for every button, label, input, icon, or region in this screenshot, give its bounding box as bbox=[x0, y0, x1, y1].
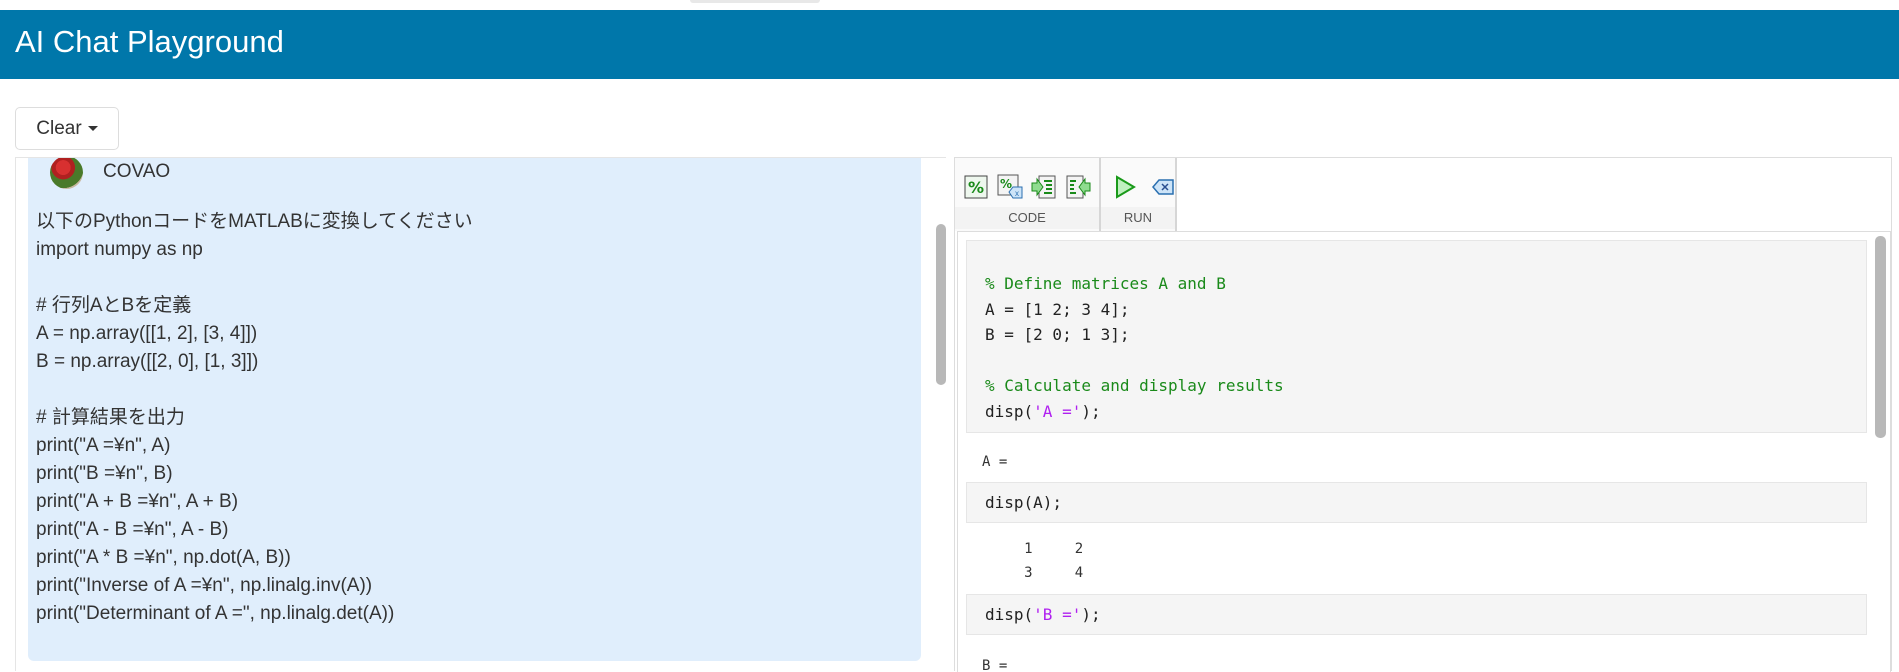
user-message-bubble: COVAO 以下のPythonコードをMATLABに変換してください import… bbox=[28, 158, 921, 661]
code-line: A = [1 2; 3 4]; bbox=[985, 299, 1130, 319]
svg-text:%: % bbox=[1000, 177, 1012, 191]
chat-scrollbar[interactable] bbox=[936, 224, 946, 385]
message-line: import numpy as np bbox=[36, 239, 203, 260]
user-avatar bbox=[50, 158, 83, 189]
output-row: 1 2 bbox=[982, 541, 1084, 557]
code-string: 'A =' bbox=[1033, 401, 1082, 421]
editor-scrollbar[interactable] bbox=[1875, 236, 1886, 438]
message-text: 以下のPythonコードをMATLABに変換してください import numpy… bbox=[36, 208, 473, 628]
message-line: print("B =¥n", B) bbox=[36, 463, 173, 484]
code-string: 'B =' bbox=[1033, 605, 1082, 624]
code-text: ); bbox=[1081, 401, 1101, 421]
code-block[interactable]: % Define matrices A and B A = [1 2; 3 4]… bbox=[966, 240, 1867, 433]
live-editor-panel: % % x CODE RUN % Define matrices A and B … bbox=[954, 157, 1892, 672]
ribbon-toolbar: % % x CODE RUN bbox=[955, 158, 1891, 231]
clear-dropdown-button[interactable]: Clear bbox=[15, 107, 119, 150]
output-text: B = bbox=[982, 658, 1008, 672]
indent-icon[interactable] bbox=[1031, 174, 1057, 200]
message-line: print("A * B =¥n", np.dot(A, B)) bbox=[36, 547, 291, 568]
run-icon[interactable] bbox=[1113, 174, 1137, 200]
clear-output-icon[interactable] bbox=[1151, 174, 1175, 200]
message-line: B = np.array([[2, 0], [1, 3]]) bbox=[36, 351, 259, 372]
user-name: COVAO bbox=[103, 161, 171, 182]
code-section: % % x CODE bbox=[955, 158, 1101, 231]
svg-text:%: % bbox=[968, 178, 984, 197]
uncomment-icon[interactable]: % x bbox=[997, 174, 1023, 200]
code-line: B = [2 0; 1 3]; bbox=[985, 325, 1130, 344]
tab-stub bbox=[690, 0, 820, 3]
caret-down-icon bbox=[87, 126, 98, 131]
message-line: A = np.array([[1, 2], [3, 4]]) bbox=[36, 323, 258, 344]
message-line: print("Determinant of A =", np.linalg.de… bbox=[36, 603, 395, 624]
app-title: AI Chat Playground bbox=[15, 24, 284, 59]
code-comment: % Define matrices A and B bbox=[985, 274, 1226, 293]
clear-label: Clear bbox=[36, 117, 82, 139]
browser-top-strip bbox=[0, 0, 1899, 10]
code-text: disp( bbox=[985, 401, 1034, 421]
live-script-area[interactable]: % Define matrices A and B A = [1 2; 3 4]… bbox=[957, 231, 1891, 672]
message-line: print("Inverse of A =¥n", np.linalg.inv(… bbox=[36, 575, 373, 596]
code-comment: % Calculate and display results bbox=[985, 376, 1284, 395]
comment-icon[interactable]: % bbox=[963, 174, 989, 200]
code-text: disp( bbox=[985, 605, 1034, 624]
message-line: # 行列AとBを定義 bbox=[36, 295, 192, 316]
code-section-label: CODE bbox=[955, 207, 1099, 229]
run-section-label: RUN bbox=[1101, 207, 1175, 229]
app-header: AI Chat Playground bbox=[0, 10, 1899, 79]
output-text: A = bbox=[982, 454, 1008, 470]
message-line: # 計算結果を出力 bbox=[36, 407, 185, 428]
run-section: RUN bbox=[1101, 158, 1177, 231]
outdent-icon[interactable] bbox=[1065, 174, 1091, 200]
output-matrix: 1 2 3 4 bbox=[982, 537, 1083, 585]
code-block[interactable]: disp(A); bbox=[966, 482, 1867, 523]
message-line: print("A - B =¥n", A - B) bbox=[36, 519, 229, 540]
message-line: 以下のPythonコードをMATLABに変換してください bbox=[36, 211, 473, 232]
chat-panel: COVAO 以下のPythonコードをMATLABに変換してください import… bbox=[15, 157, 946, 671]
message-line: print("A + B =¥n", A + B) bbox=[36, 491, 239, 512]
output-row: 3 4 bbox=[982, 565, 1084, 581]
code-text: ); bbox=[1081, 605, 1101, 624]
message-line bbox=[36, 376, 473, 404]
code-block[interactable]: disp('B ='); bbox=[966, 594, 1867, 635]
message-line: print("A =¥n", A) bbox=[36, 435, 171, 456]
message-line bbox=[36, 264, 473, 292]
svg-text:x: x bbox=[1015, 189, 1019, 198]
